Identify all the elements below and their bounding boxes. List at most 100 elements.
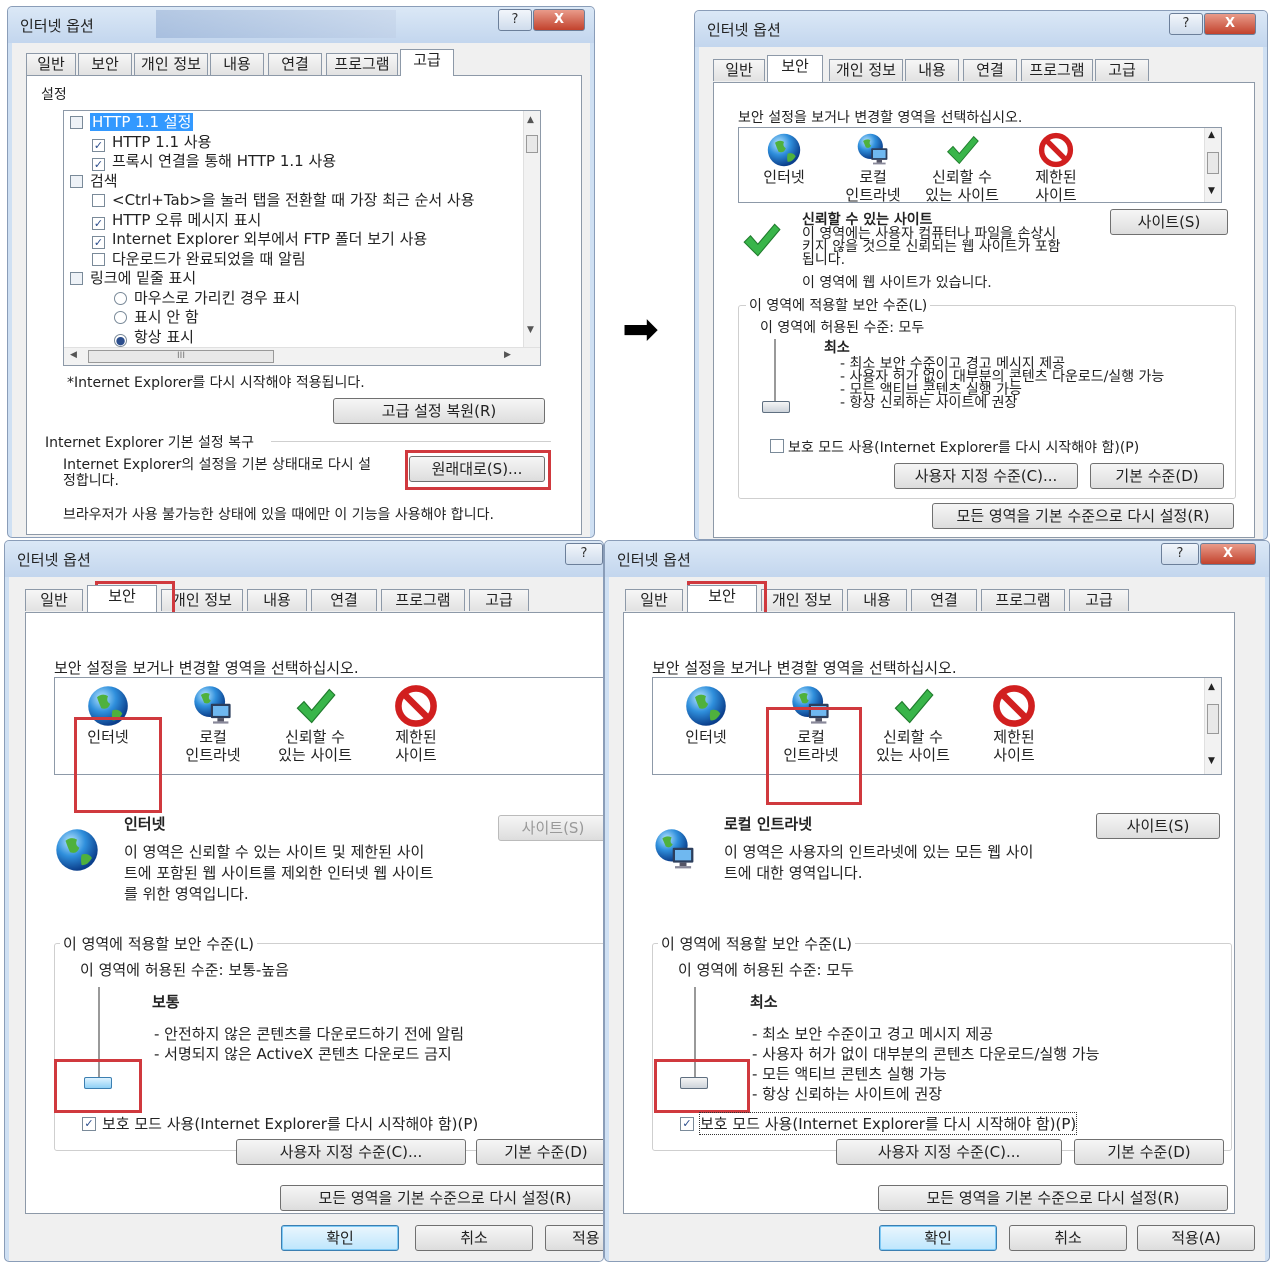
tree-vscrollbar[interactable]: ▲ ▼ [523,111,540,347]
close-button[interactable]: X [1200,543,1256,565]
zone-prompt: 보안 설정을 보거나 변경할 영역을 선택하십시오. [54,659,359,677]
tab-advanced[interactable]: 고급 [1069,589,1129,611]
radio-button[interactable] [114,311,127,324]
tab-advanced[interactable]: 고급 [400,49,454,76]
tree-item[interactable]: HTTP 1.1 설정 [70,111,194,132]
protected-mode-checkbox[interactable]: ✓ [680,1117,694,1131]
zone-local-intranet[interactable]: 로컬 인트라넷 [833,132,913,204]
protected-mode-checkbox[interactable] [770,439,784,453]
cancel-button[interactable]: 취소 [415,1225,533,1251]
tab-content[interactable]: 내용 [847,589,907,611]
zone-internet[interactable]: 인터넷 [747,132,821,186]
tab-connections[interactable]: 연결 [911,589,977,611]
default-level-button[interactable]: 기본 수준(D) [476,1139,603,1165]
radio-button[interactable]: ● [114,333,127,347]
ok-button[interactable]: 확인 [879,1225,997,1251]
reset-all-zones-button[interactable]: 모든 영역을 기본 수준으로 다시 설정(R) [280,1185,603,1211]
tab-programs[interactable]: 프로그램 [381,589,465,611]
dialog-title: 인터넷 옵션 [20,17,94,35]
tab-security[interactable]: 보안 [87,585,157,612]
tree-item[interactable]: ✓ HTTP 오류 메시지 표시 [92,209,261,230]
cancel-button[interactable]: 취소 [1009,1225,1127,1251]
sites-button[interactable]: 사이트(S) [1096,813,1220,839]
zone-trusted[interactable]: 신뢰할 수 있는 사이트 [865,684,961,764]
allowed-level: 이 영역에 허용된 수준: 모두 [678,961,854,979]
tree-hscrollbar[interactable]: ◀ III ▶ [64,347,540,365]
tab-content[interactable]: 내용 [210,53,264,75]
zone-internet[interactable]: 인터넷 [671,684,741,746]
tree-item[interactable]: <Ctrl+Tab>을 눌러 탭을 전환할 때 가장 최근 순서 사용 [92,189,475,210]
help-button[interactable]: ? [498,9,532,31]
tab-content[interactable]: 내용 [247,589,307,611]
tab-general[interactable]: 일반 [25,589,83,611]
level-bullet-2: - 서명되지 않은 ActiveX 콘텐츠 다운로드 금지 [154,1045,452,1063]
reset-all-zones-button[interactable]: 모든 영역을 기본 수준으로 다시 설정(R) [932,503,1234,529]
custom-level-button[interactable]: 사용자 지정 수준(C)... [236,1139,466,1165]
tree-item[interactable]: ✓ Internet Explorer 외부에서 FTP 폴더 보기 사용 [92,228,427,249]
tab-privacy[interactable]: 개인 정보 [761,589,843,611]
default-level-button[interactable]: 기본 수준(D) [1090,463,1224,489]
tab-programs[interactable]: 프로그램 [1021,59,1093,81]
apply-button[interactable]: 적용 [545,1225,603,1251]
zone-scrollbar[interactable]: ▲ ▼ [1204,678,1221,774]
zone-restricted[interactable]: 제한된 사이트 [1019,132,1093,204]
level-name: 최소 [824,340,850,356]
close-button[interactable]: X [1204,13,1256,35]
ok-button[interactable]: 확인 [281,1225,399,1251]
help-button[interactable]: ? [1169,13,1203,35]
custom-level-button[interactable]: 사용자 지정 수준(C)... [836,1139,1062,1165]
tree-item[interactable]: 링크에 밑줄 표시 [70,267,196,288]
zone-trusted[interactable]: 신뢰할 수 있는 사이트 [267,684,363,764]
reset-group-label: Internet Explorer 기본 설정 복구 [45,435,254,451]
tab-privacy[interactable]: 개인 정보 [829,59,903,81]
reset-all-zones-button[interactable]: 모든 영역을 기본 수준으로 다시 설정(R) [878,1185,1228,1211]
custom-level-button[interactable]: 사용자 지정 수준(C)... [894,463,1078,489]
zone-restricted[interactable]: 제한된 사이트 [977,684,1051,764]
tree-item[interactable]: 마우스로 가리킨 경우 표시 [114,287,300,308]
tab-connections[interactable]: 연결 [963,59,1017,81]
apply-button[interactable]: 적용(A) [1137,1225,1255,1251]
sites-button[interactable]: 사이트(S) [1110,209,1228,235]
checkbox[interactable] [92,252,105,266]
tab-general[interactable]: 일반 [625,589,683,611]
tree-item-label: 링크에 밑줄 표시 [90,269,197,287]
highlight-intranet-zone [766,707,862,805]
sites-button[interactable]: 사이트(S) [498,815,603,841]
tab-advanced[interactable]: 고급 [1095,59,1149,81]
tree-item[interactable]: 표시 안 함 [114,306,199,327]
zone-trusted[interactable]: 신뢰할 수 있는 사이트 [917,132,1007,204]
zone-scrollbar[interactable]: ▲ ▼ [1204,128,1221,202]
protected-mode-checkbox[interactable]: ✓ [82,1117,96,1131]
close-button[interactable]: X [533,9,585,31]
tab-general[interactable]: 일반 [713,59,765,81]
tab-security[interactable]: 보안 [78,53,132,75]
tree-item[interactable]: ● 항상 표시 [114,326,194,347]
tree-item[interactable]: 다운로드가 완료되었을 때 알림 [92,248,306,269]
tab-connections[interactable]: 연결 [268,53,322,75]
tab-security[interactable]: 보안 [767,55,823,82]
tab-advanced[interactable]: 고급 [469,589,529,611]
tab-content[interactable]: 내용 [905,59,959,81]
zone-desc-2: 트에 대한 영역입니다. [724,864,863,882]
checkbox[interactable] [92,194,105,207]
restore-advanced-button[interactable]: 고급 설정 복원(R) [333,398,545,424]
security-slider-thumb[interactable] [762,401,790,413]
tree-item[interactable]: ✓ 프록시 연결을 통해 HTTP 1.1 사용 [92,150,336,171]
settings-tree[interactable]: HTTP 1.1 설정 ✓ HTTP 1.1 사용 ✓ 프록시 연결을 통해 HTTP … [63,110,541,366]
default-level-button[interactable]: 기본 수준(D) [1074,1139,1224,1165]
tab-connections[interactable]: 연결 [311,589,377,611]
tab-general[interactable]: 일반 [26,53,76,75]
help-button[interactable]: ? [1161,543,1199,565]
tree-item[interactable]: ✓ HTTP 1.1 사용 [92,131,211,152]
tab-security[interactable]: 보안 [687,585,757,612]
tab-privacy[interactable]: 개인 정보 [134,53,208,75]
zone-prompt: 보안 설정을 보거나 변경할 영역을 선택하십시오. [652,659,957,677]
tab-programs[interactable]: 프로그램 [981,589,1065,611]
zone-local-intranet[interactable]: 로컬 인트라넷 [173,684,253,764]
radio-button[interactable] [114,291,127,305]
highlight-reset-button [405,450,551,490]
tab-programs[interactable]: 프로그램 [326,53,398,75]
zone-restricted[interactable]: 제한된 사이트 [379,684,453,764]
tree-item[interactable]: 검색 [70,170,118,191]
help-button[interactable]: ? [565,543,603,565]
